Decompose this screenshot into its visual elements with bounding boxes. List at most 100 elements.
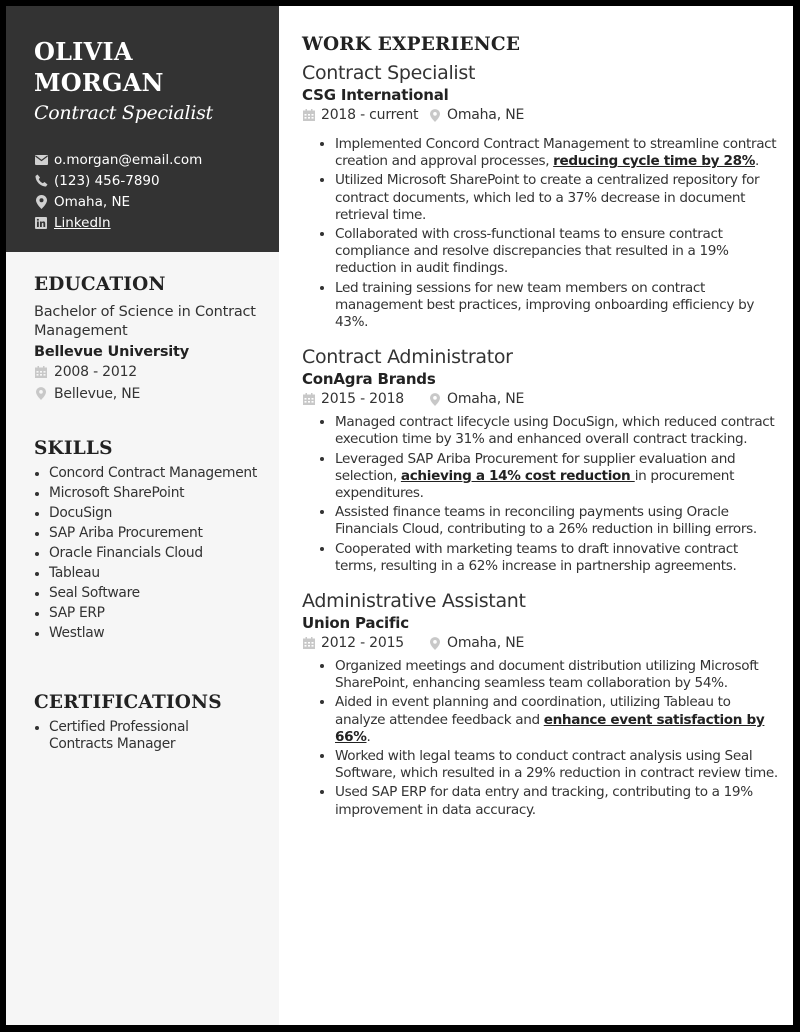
job-location-group: Omaha, NE: [428, 391, 524, 407]
jobs-list: Contract Specialist CSG International 20…: [302, 61, 782, 819]
job-bullet: Worked with legal teams to conduct contr…: [335, 748, 782, 782]
bullet-text: Worked with legal teams to conduct contr…: [335, 748, 778, 782]
phone-icon: [34, 174, 48, 188]
map-pin-icon: [428, 108, 442, 122]
bullet-highlight: reducing cycle time by 28%: [553, 153, 755, 170]
certifications-list: Certified Professional Contracts Manager: [34, 719, 219, 753]
education-school: Bellevue University: [34, 344, 190, 360]
job-dates-group: 2018 - current: [302, 107, 428, 123]
job-bullet: Implemented Concord Contract Management …: [335, 136, 782, 170]
certifications-title: CERTIFICATIONS: [34, 692, 222, 713]
linkedin-link[interactable]: LinkedIn: [54, 215, 111, 231]
job-meta: 2018 - current Omaha, NE: [302, 104, 782, 126]
skill-item: Tableau: [49, 565, 274, 582]
job-company: ConAgra Brands: [302, 370, 436, 389]
job-location-group: Omaha, NE: [428, 635, 524, 651]
job-bullets: Organized meetings and document distribu…: [302, 658, 782, 819]
job-title: Administrative Assistant: [302, 590, 526, 613]
job-meta: 2012 - 2015 Omaha, NE: [302, 632, 782, 654]
resume-page: OLIVIA MORGAN Contract Specialist o.morg…: [6, 6, 793, 1025]
job-bullets: Managed contract lifecycle using DocuSig…: [302, 414, 782, 575]
job-dates: 2018 - current: [321, 107, 419, 123]
header-band: OLIVIA MORGAN Contract Specialist o.morg…: [6, 6, 279, 252]
skill-item: DocuSign: [49, 505, 274, 522]
calendar-icon: [302, 636, 316, 650]
sidebar: OLIVIA MORGAN Contract Specialist o.morg…: [6, 6, 279, 1025]
bullet-text: Cooperated with marketing teams to draft…: [335, 540, 738, 574]
contact-linkedin: LinkedIn: [34, 212, 202, 233]
job-bullet: Cooperated with marketing teams to draft…: [335, 541, 782, 575]
skill-item: Microsoft SharePoint: [49, 485, 274, 502]
education-dates-row: 2008 - 2012: [34, 361, 274, 382]
job-title: Contract Administrator: [302, 346, 513, 369]
envelope-icon: [34, 153, 48, 167]
contact-email: o.morgan@email.com: [34, 149, 202, 170]
location-text: Omaha, NE: [54, 193, 131, 210]
work-experience-title: WORK EXPERIENCE: [302, 34, 521, 55]
job-bullet: Utilized Microsoft SharePoint to create …: [335, 172, 782, 224]
bullet-text: Collaborated with cross-functional teams…: [335, 226, 729, 277]
education-title: EDUCATION: [34, 274, 166, 295]
contact-phone: (123) 456-7890: [34, 170, 202, 191]
skill-item: Seal Software: [49, 585, 274, 602]
skills-list: Concord Contract Management Microsoft Sh…: [34, 465, 274, 642]
skill-item: Westlaw: [49, 625, 274, 642]
job-bullet: Managed contract lifecycle using DocuSig…: [335, 414, 782, 448]
job-entry: Contract Specialist CSG International 20…: [302, 61, 782, 331]
contact-list: o.morgan@email.com (123) 456-7890 Omaha,…: [34, 149, 202, 233]
calendar-icon: [302, 108, 316, 122]
job-company: Union Pacific: [302, 614, 409, 633]
bullet-text: Led training sessions for new team membe…: [335, 279, 755, 331]
job-dates-group: 2012 - 2015: [302, 635, 428, 651]
map-pin-icon: [428, 636, 442, 650]
job-location: Omaha, NE: [447, 391, 525, 408]
job-location: Omaha, NE: [447, 107, 525, 123]
job-bullet: Organized meetings and document distribu…: [335, 658, 782, 692]
education-location: Bellevue, NE: [54, 385, 141, 402]
job-entry: Administrative Assistant Union Pacific 2…: [302, 589, 782, 819]
job-entry: Contract Administrator ConAgra Brands 20…: [302, 345, 782, 575]
phone-text[interactable]: (123) 456-7890: [54, 173, 160, 189]
job-bullet: Leveraged SAP Ariba Procurement for supp…: [335, 451, 782, 503]
bullet-text: Used SAP ERP for data entry and tracking…: [335, 784, 753, 818]
job-bullet: Led training sessions for new team membe…: [335, 280, 782, 332]
job-dates-group: 2015 - 2018: [302, 391, 428, 407]
map-pin-icon: [34, 387, 48, 401]
skill-item: Concord Contract Management: [49, 465, 274, 482]
calendar-icon: [34, 365, 48, 379]
bullet-text: .: [366, 728, 371, 745]
certifications-section: CERTIFICATIONS Certified Professional Co…: [34, 692, 274, 756]
bullet-text: Managed contract lifecycle using DocuSig…: [335, 414, 775, 448]
bullet-text: Assisted finance teams in reconciling pa…: [335, 504, 757, 538]
calendar-icon: [302, 392, 316, 406]
skill-item: SAP ERP: [49, 605, 274, 622]
contact-location: Omaha, NE: [34, 191, 202, 212]
education-location-row: Bellevue, NE: [34, 383, 274, 404]
job-dates: 2012 - 2015: [321, 635, 405, 652]
job-dates: 2015 - 2018: [321, 391, 405, 408]
bullet-highlight: achieving a 14% cost reduction: [400, 467, 635, 484]
skill-item: Oracle Financials Cloud: [49, 545, 274, 562]
job-location-group: Omaha, NE: [428, 107, 524, 123]
linkedin-icon: [34, 216, 48, 230]
job-bullet: Used SAP ERP for data entry and tracking…: [335, 784, 782, 818]
job-title: Contract Specialist: [302, 62, 476, 84]
name-first: OLIVIA: [34, 37, 133, 66]
bullet-text: .: [755, 153, 759, 170]
main-column: WORK EXPERIENCE Contract Specialist CSG …: [302, 34, 782, 821]
email-text[interactable]: o.morgan@email.com: [54, 152, 202, 168]
job-bullet: Aided in event planning and coordination…: [335, 694, 782, 746]
certification-item: Certified Professional Contracts Manager: [49, 719, 219, 753]
education-degree: Bachelor of Science in Contract Manageme…: [34, 304, 256, 339]
job-meta: 2015 - 2018 Omaha, NE: [302, 388, 782, 410]
bullet-text: Organized meetings and document distribu…: [335, 658, 759, 692]
skills-title: SKILLS: [34, 438, 113, 459]
map-pin-icon: [428, 392, 442, 406]
job-location: Omaha, NE: [447, 635, 525, 652]
education-dates: 2008 - 2012: [54, 363, 138, 380]
education-section: EDUCATION Bachelor of Science in Contrac…: [34, 274, 274, 404]
skill-item: SAP Ariba Procurement: [49, 525, 274, 542]
name-last: MORGAN: [34, 68, 164, 97]
job-company: CSG International: [302, 86, 449, 104]
headline: Contract Specialist: [34, 102, 213, 124]
